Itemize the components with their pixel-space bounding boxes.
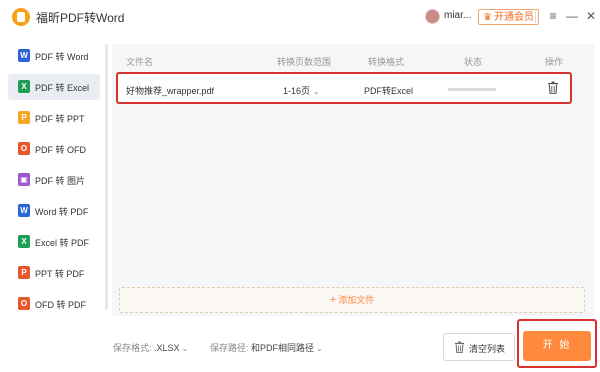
sidebar-item-label: PDF 转 Excel — [35, 83, 90, 93]
ofd-to-pdf-icon: O — [18, 297, 30, 310]
excel-to-pdf-icon: X — [18, 235, 30, 248]
minimize-icon[interactable]: — — [564, 8, 580, 24]
page-range-value: 1-16页 — [283, 86, 311, 96]
file-name: 好物推荐_wrapper.pdf — [126, 86, 215, 96]
word-icon: W — [18, 49, 30, 62]
ppt-to-pdf-icon: P — [18, 266, 30, 279]
column-header-action: 操作 — [545, 57, 564, 67]
page-range-select[interactable]: 1-16页 ⌄ — [283, 84, 320, 97]
sidebar-item-7[interactable]: P PPT 转 PDF — [8, 260, 100, 286]
clear-list-label: 清空列表 — [469, 344, 506, 354]
vip-button[interactable]: ♛ 开通会员 — [478, 9, 539, 25]
column-header-format: 转换格式 — [368, 57, 405, 67]
sidebar-item-label: PPT 转 PDF — [35, 269, 85, 279]
save-format-select[interactable]: 保存格式: .XLSX ⌄ — [113, 341, 188, 354]
sidebar-item-label: Excel 转 PDF — [35, 238, 90, 248]
ppt-icon: P — [18, 111, 30, 124]
sidebar-item-0[interactable]: W PDF 转 Word — [8, 43, 100, 69]
sidebar-item-label: Word 转 PDF — [35, 207, 89, 217]
ofd-icon: O — [18, 142, 30, 155]
foxit-logo-icon — [12, 8, 30, 26]
progress-bar — [448, 88, 496, 91]
username[interactable]: miar... — [444, 10, 471, 21]
crown-icon: ♛ — [483, 12, 492, 23]
add-file-button[interactable]: + 添加文件 — [119, 287, 585, 313]
save-path-select[interactable]: 保存路径: 和PDF相同路径 ⌄ — [210, 341, 323, 354]
chevron-down-icon: ⌄ — [181, 344, 189, 353]
save-format-value: .XLSX — [154, 343, 180, 353]
sidebar-item-6[interactable]: X Excel 转 PDF — [8, 229, 100, 255]
word-to-pdf-icon: W — [18, 204, 30, 217]
trash-icon — [454, 341, 465, 353]
sidebar-item-1[interactable]: X PDF 转 Excel — [8, 74, 100, 100]
trash-icon[interactable] — [547, 81, 559, 94]
clear-list-button[interactable]: 清空列表 — [443, 333, 515, 361]
save-path-value: 和PDF相同路径 — [251, 343, 315, 353]
sidebar-item-2[interactable]: P PDF 转 PPT — [8, 105, 100, 131]
sidebar-item-8[interactable]: O OFD 转 PDF — [8, 291, 100, 317]
sidebar-item-5[interactable]: W Word 转 PDF — [8, 198, 100, 224]
plus-icon: + — [329, 294, 337, 306]
sidebar-item-label: PDF 转 Word — [35, 52, 89, 62]
column-header-filename: 文件名 — [126, 57, 154, 67]
start-button[interactable]: 开 始 — [523, 331, 591, 361]
sidebar-item-3[interactable]: O PDF 转 OFD — [8, 136, 100, 162]
vip-label: 开通会员 — [493, 12, 534, 23]
title-bar: 福昕PDF转Word miar... ♛ 开通会员 ≡ — ✕ — [0, 0, 600, 34]
sidebar-item-label: PDF 转 图片 — [35, 176, 86, 186]
menu-icon[interactable]: ≡ — [545, 8, 561, 24]
chevron-down-icon: ⌄ — [313, 87, 320, 96]
add-file-label: 添加文件 — [338, 295, 375, 305]
convert-format: PDF转Excel — [364, 86, 414, 96]
excel-icon: X — [18, 80, 30, 93]
column-header-range: 转换页数范围 — [277, 57, 332, 67]
sidebar-item-4[interactable]: ▣ PDF 转 图片 — [8, 167, 100, 193]
chevron-down-icon: ⌄ — [316, 344, 323, 353]
app-title: 福昕PDF转Word — [36, 11, 125, 25]
sidebar-scrollbar[interactable] — [105, 44, 108, 310]
titlebar-divider — [535, 11, 536, 23]
sidebar-item-label: PDF 转 OFD — [35, 145, 86, 155]
sidebar-item-label: OFD 转 PDF — [35, 300, 86, 310]
save-path-label: 保存路径: — [210, 343, 249, 353]
column-header-status: 状态 — [464, 57, 483, 67]
sidebar-item-label: PDF 转 PPT — [35, 114, 85, 124]
avatar[interactable] — [425, 9, 440, 24]
image-icon: ▣ — [18, 173, 30, 186]
save-format-label: 保存格式: — [113, 343, 152, 353]
close-icon[interactable]: ✕ — [583, 8, 599, 24]
